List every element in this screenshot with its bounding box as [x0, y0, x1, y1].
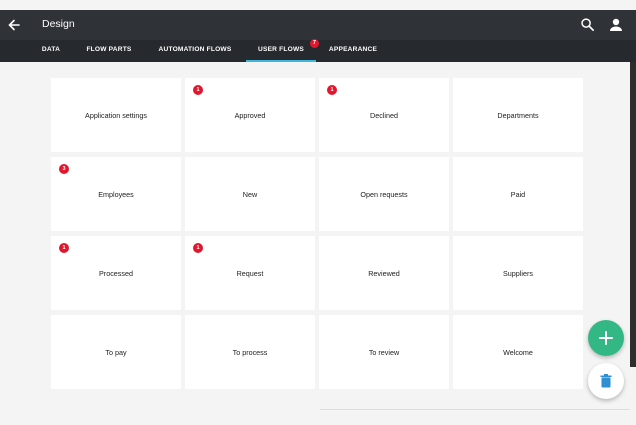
- tab-user-flows[interactable]: USER FLOWS 7: [246, 39, 319, 62]
- card-label: Welcome: [503, 347, 533, 357]
- flow-card-processed[interactable]: 1 Processed: [51, 236, 181, 310]
- flow-card-suppliers[interactable]: Suppliers: [453, 236, 583, 310]
- flow-card-to-process[interactable]: To process: [185, 315, 315, 389]
- tab-label: DATA: [41, 46, 61, 53]
- page-title: Design: [42, 18, 75, 30]
- card-label: Departments: [497, 110, 539, 120]
- card-label: Open requests: [360, 189, 408, 199]
- tab-flow-parts[interactable]: FLOW PARTS: [80, 40, 138, 62]
- flow-card-new[interactable]: New: [185, 157, 315, 231]
- card-label: Application settings: [85, 110, 147, 120]
- card-label: Employees: [98, 189, 134, 199]
- app-header: Design DATA FLOW PARTS AUTOMATION FLOWS …: [0, 10, 636, 62]
- flow-card-request[interactable]: 1 Request: [185, 236, 315, 310]
- user-flows-grid: Application settings 1 Approved 1 Declin…: [51, 78, 583, 389]
- search-icon[interactable]: [580, 17, 595, 32]
- card-label: To review: [368, 347, 400, 357]
- person-icon[interactable]: [608, 17, 624, 33]
- add-flow-button[interactable]: [588, 320, 624, 356]
- scrollbar[interactable]: [630, 62, 636, 367]
- tab-bar: DATA FLOW PARTS AUTOMATION FLOWS USER FL…: [0, 39, 636, 62]
- card-label: Declined: [370, 110, 398, 120]
- card-label: Request: [236, 268, 264, 278]
- flow-card-departments[interactable]: Departments: [453, 78, 583, 152]
- tab-count-badge: 7: [310, 39, 319, 48]
- card-label: Paid: [510, 189, 526, 199]
- flow-card-employees[interactable]: 3 Employees: [51, 157, 181, 231]
- delete-button[interactable]: [588, 363, 624, 399]
- card-label: Suppliers: [503, 268, 533, 278]
- flow-card-approved[interactable]: 1 Approved: [185, 78, 315, 152]
- tab-data[interactable]: DATA: [36, 40, 66, 62]
- divider: [320, 409, 630, 410]
- card-label: Approved: [234, 110, 266, 120]
- card-label: Reviewed: [368, 268, 400, 278]
- trash-icon: [600, 374, 612, 388]
- card-label: Processed: [99, 268, 133, 278]
- flow-card-to-review[interactable]: To review: [319, 315, 449, 389]
- tab-label: FLOW PARTS: [86, 46, 132, 53]
- flow-card-declined[interactable]: 1 Declined: [319, 78, 449, 152]
- arrow-left-icon[interactable]: [6, 17, 22, 33]
- flow-card-open-requests[interactable]: Open requests: [319, 157, 449, 231]
- header-row: Design: [0, 10, 636, 40]
- flow-card-application-settings[interactable]: Application settings: [51, 78, 181, 152]
- card-label: New: [242, 189, 258, 199]
- flow-card-paid[interactable]: Paid: [453, 157, 583, 231]
- tab-label: AUTOMATION FLOWS: [158, 46, 232, 53]
- tab-label: USER FLOWS: [258, 46, 304, 53]
- flow-card-welcome[interactable]: Welcome: [453, 315, 583, 389]
- flow-card-reviewed[interactable]: Reviewed: [319, 236, 449, 310]
- plus-icon: [599, 331, 613, 345]
- card-label: To pay: [105, 347, 127, 357]
- tab-appearance[interactable]: APPEARANCE: [324, 40, 382, 62]
- flow-card-to-pay[interactable]: To pay: [51, 315, 181, 389]
- tab-automation-flows[interactable]: AUTOMATION FLOWS: [152, 40, 238, 62]
- tab-label: APPEARANCE: [328, 46, 378, 53]
- card-label: To process: [232, 347, 268, 357]
